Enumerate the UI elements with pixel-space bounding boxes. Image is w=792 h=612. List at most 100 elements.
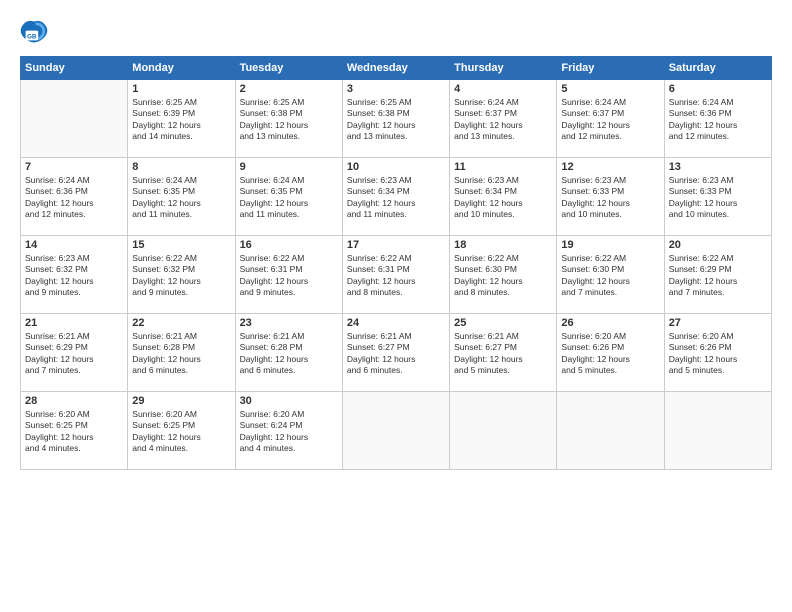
calendar-page: GB SundayMondayTuesdayWednesdayThursdayF… xyxy=(0,0,792,612)
day-info: Sunrise: 6:21 AM Sunset: 6:29 PM Dayligh… xyxy=(25,331,123,377)
calendar-cell: 15 Sunrise: 6:22 AM Sunset: 6:32 PM Dayli… xyxy=(128,236,235,314)
day-number: 5 xyxy=(561,83,659,95)
day-number: 3 xyxy=(347,83,445,95)
day-number: 17 xyxy=(347,239,445,251)
calendar-cell xyxy=(342,392,449,470)
calendar-cell: 4 Sunrise: 6:24 AM Sunset: 6:37 PM Daylig… xyxy=(450,80,557,158)
day-info: Sunrise: 6:22 AM Sunset: 6:29 PM Dayligh… xyxy=(669,253,767,299)
day-info: Sunrise: 6:23 AM Sunset: 6:33 PM Dayligh… xyxy=(669,175,767,221)
header-day-sunday: Sunday xyxy=(21,57,128,80)
day-info: Sunrise: 6:20 AM Sunset: 6:25 PM Dayligh… xyxy=(132,409,230,455)
day-info: Sunrise: 6:21 AM Sunset: 6:28 PM Dayligh… xyxy=(240,331,338,377)
logo-icon: GB xyxy=(20,18,48,46)
day-info: Sunrise: 6:24 AM Sunset: 6:35 PM Dayligh… xyxy=(240,175,338,221)
calendar-cell: 17 Sunrise: 6:22 AM Sunset: 6:31 PM Dayli… xyxy=(342,236,449,314)
calendar-cell: 10 Sunrise: 6:23 AM Sunset: 6:34 PM Dayli… xyxy=(342,158,449,236)
day-number: 10 xyxy=(347,161,445,173)
day-number: 24 xyxy=(347,317,445,329)
calendar-cell: 20 Sunrise: 6:22 AM Sunset: 6:29 PM Dayli… xyxy=(664,236,771,314)
calendar-cell: 19Sunrise: 6:22 AM Sunset: 6:30 PM Dayli… xyxy=(557,236,664,314)
day-number: 12 xyxy=(561,161,659,173)
day-info: Sunrise: 6:25 AM Sunset: 6:38 PM Dayligh… xyxy=(240,97,338,143)
day-number: 19 xyxy=(561,239,659,251)
day-info: Sunrise: 6:22 AM Sunset: 6:31 PM Dayligh… xyxy=(347,253,445,299)
calendar-cell xyxy=(21,80,128,158)
day-info: Sunrise: 6:21 AM Sunset: 6:27 PM Dayligh… xyxy=(347,331,445,377)
svg-text:GB: GB xyxy=(27,33,37,40)
calendar-table: SundayMondayTuesdayWednesdayThursdayFrid… xyxy=(20,56,772,470)
day-info: Sunrise: 6:23 AM Sunset: 6:34 PM Dayligh… xyxy=(454,175,552,221)
header-day-thursday: Thursday xyxy=(450,57,557,80)
day-info: Sunrise: 6:22 AM Sunset: 6:32 PM Dayligh… xyxy=(132,253,230,299)
day-info: Sunrise: 6:22 AM Sunset: 6:30 PM Dayligh… xyxy=(454,253,552,299)
calendar-cell: 18 Sunrise: 6:22 AM Sunset: 6:30 PM Dayli… xyxy=(450,236,557,314)
header: GB xyxy=(20,18,772,46)
calendar-cell xyxy=(557,392,664,470)
day-info: Sunrise: 6:23 AM Sunset: 6:34 PM Dayligh… xyxy=(347,175,445,221)
day-info: Sunrise: 6:25 AM Sunset: 6:39 PM Dayligh… xyxy=(132,97,230,143)
calendar-cell: 8Sunrise: 6:24 AM Sunset: 6:35 PM Daylig… xyxy=(128,158,235,236)
calendar-cell: 5Sunrise: 6:24 AM Sunset: 6:37 PM Daylig… xyxy=(557,80,664,158)
day-number: 16 xyxy=(240,239,338,251)
calendar-cell: 26 Sunrise: 6:20 AM Sunset: 6:26 PM Dayli… xyxy=(557,314,664,392)
day-info: Sunrise: 6:20 AM Sunset: 6:26 PM Dayligh… xyxy=(669,331,767,377)
logo: GB xyxy=(20,18,52,46)
calendar-cell: 25 Sunrise: 6:21 AM Sunset: 6:27 PM Dayli… xyxy=(450,314,557,392)
calendar-cell: 24 Sunrise: 6:21 AM Sunset: 6:27 PM Dayli… xyxy=(342,314,449,392)
calendar-cell: 21 Sunrise: 6:21 AM Sunset: 6:29 PM Dayli… xyxy=(21,314,128,392)
day-number: 26 xyxy=(561,317,659,329)
calendar-cell: 27 Sunrise: 6:20 AM Sunset: 6:26 PM Dayli… xyxy=(664,314,771,392)
day-info: Sunrise: 6:24 AM Sunset: 6:36 PM Dayligh… xyxy=(25,175,123,221)
day-info: Sunrise: 6:20 AM Sunset: 6:24 PM Dayligh… xyxy=(240,409,338,455)
header-day-wednesday: Wednesday xyxy=(342,57,449,80)
day-number: 7 xyxy=(25,161,123,173)
day-number: 6 xyxy=(669,83,767,95)
day-number: 2 xyxy=(240,83,338,95)
day-number: 20 xyxy=(669,239,767,251)
calendar-cell: 23 Sunrise: 6:21 AM Sunset: 6:28 PM Dayli… xyxy=(235,314,342,392)
header-day-monday: Monday xyxy=(128,57,235,80)
calendar-week-5: 28 Sunrise: 6:20 AM Sunset: 6:25 PM Dayli… xyxy=(21,392,772,470)
day-info: Sunrise: 6:25 AM Sunset: 6:38 PM Dayligh… xyxy=(347,97,445,143)
day-info: Sunrise: 6:24 AM Sunset: 6:37 PM Dayligh… xyxy=(454,97,552,143)
calendar-cell: 3 Sunrise: 6:25 AM Sunset: 6:38 PM Daylig… xyxy=(342,80,449,158)
calendar-cell xyxy=(450,392,557,470)
calendar-week-4: 21 Sunrise: 6:21 AM Sunset: 6:29 PM Dayli… xyxy=(21,314,772,392)
day-number: 21 xyxy=(25,317,123,329)
day-info: Sunrise: 6:23 AM Sunset: 6:32 PM Dayligh… xyxy=(25,253,123,299)
calendar-cell: 12Sunrise: 6:23 AM Sunset: 6:33 PM Dayli… xyxy=(557,158,664,236)
day-info: Sunrise: 6:21 AM Sunset: 6:28 PM Dayligh… xyxy=(132,331,230,377)
day-info: Sunrise: 6:20 AM Sunset: 6:25 PM Dayligh… xyxy=(25,409,123,455)
calendar-cell: 6 Sunrise: 6:24 AM Sunset: 6:36 PM Daylig… xyxy=(664,80,771,158)
day-number: 23 xyxy=(240,317,338,329)
calendar-cell: 11Sunrise: 6:23 AM Sunset: 6:34 PM Dayli… xyxy=(450,158,557,236)
day-info: Sunrise: 6:21 AM Sunset: 6:27 PM Dayligh… xyxy=(454,331,552,377)
calendar-cell: 1 Sunrise: 6:25 AM Sunset: 6:39 PM Daylig… xyxy=(128,80,235,158)
day-number: 25 xyxy=(454,317,552,329)
day-info: Sunrise: 6:20 AM Sunset: 6:26 PM Dayligh… xyxy=(561,331,659,377)
calendar-cell: 22 Sunrise: 6:21 AM Sunset: 6:28 PM Dayli… xyxy=(128,314,235,392)
day-number: 1 xyxy=(132,83,230,95)
calendar-week-2: 7 Sunrise: 6:24 AM Sunset: 6:36 PM Daylig… xyxy=(21,158,772,236)
header-day-saturday: Saturday xyxy=(664,57,771,80)
calendar-header-row: SundayMondayTuesdayWednesdayThursdayFrid… xyxy=(21,57,772,80)
calendar-cell: 9Sunrise: 6:24 AM Sunset: 6:35 PM Daylig… xyxy=(235,158,342,236)
day-number: 28 xyxy=(25,395,123,407)
calendar-cell: 30Sunrise: 6:20 AM Sunset: 6:24 PM Dayli… xyxy=(235,392,342,470)
day-info: Sunrise: 6:24 AM Sunset: 6:36 PM Dayligh… xyxy=(669,97,767,143)
calendar-cell: 29 Sunrise: 6:20 AM Sunset: 6:25 PM Dayli… xyxy=(128,392,235,470)
day-number: 22 xyxy=(132,317,230,329)
header-day-friday: Friday xyxy=(557,57,664,80)
day-number: 14 xyxy=(25,239,123,251)
day-number: 4 xyxy=(454,83,552,95)
calendar-cell: 14 Sunrise: 6:23 AM Sunset: 6:32 PM Dayli… xyxy=(21,236,128,314)
calendar-cell: 16 Sunrise: 6:22 AM Sunset: 6:31 PM Dayli… xyxy=(235,236,342,314)
day-number: 27 xyxy=(669,317,767,329)
calendar-cell: 13Sunrise: 6:23 AM Sunset: 6:33 PM Dayli… xyxy=(664,158,771,236)
calendar-week-1: 1 Sunrise: 6:25 AM Sunset: 6:39 PM Daylig… xyxy=(21,80,772,158)
day-info: Sunrise: 6:22 AM Sunset: 6:31 PM Dayligh… xyxy=(240,253,338,299)
day-number: 18 xyxy=(454,239,552,251)
day-number: 29 xyxy=(132,395,230,407)
day-number: 15 xyxy=(132,239,230,251)
calendar-cell: 28 Sunrise: 6:20 AM Sunset: 6:25 PM Dayli… xyxy=(21,392,128,470)
